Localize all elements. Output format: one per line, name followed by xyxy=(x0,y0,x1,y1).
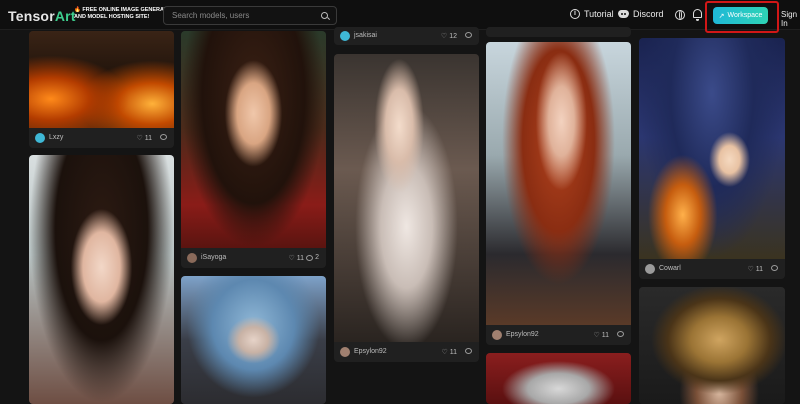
card-meta: Epsylon92 ♡ 11 xyxy=(334,342,479,362)
gallery-column-3: jsakisai ♡ 12 Epsylon92 ♡ 11 xyxy=(334,27,479,404)
info-icon: i xyxy=(570,9,580,19)
comment-icon xyxy=(306,254,314,261)
comment-icon xyxy=(465,32,472,38)
comment-count[interactable] xyxy=(465,32,472,38)
search-box[interactable] xyxy=(163,6,337,25)
sign-in-link[interactable]: Sign In xyxy=(781,10,800,28)
likes-value: 11 xyxy=(449,348,457,356)
comment-count[interactable] xyxy=(465,348,472,354)
username[interactable]: Epsylon92 xyxy=(506,331,539,338)
username[interactable]: Cowarl xyxy=(659,265,681,272)
image-card[interactable]: Cowarl ♡ 11 xyxy=(639,38,785,279)
top-nav: TensorArt 🔥 FREE ONLINE IMAGE GENERATOR … xyxy=(0,0,800,33)
username[interactable]: Lxzy xyxy=(49,134,63,141)
card-image[interactable] xyxy=(29,155,174,404)
comment-count[interactable] xyxy=(160,134,167,140)
discord-label: Discord xyxy=(633,9,664,19)
comment-icon xyxy=(465,348,472,354)
comment-count[interactable] xyxy=(771,265,778,271)
tutorial-link[interactable]: i Tutorial xyxy=(570,9,614,19)
comment-count[interactable] xyxy=(617,331,624,337)
discord-link[interactable]: Discord xyxy=(618,9,664,19)
card-image[interactable] xyxy=(181,31,326,248)
image-card[interactable] xyxy=(181,276,326,404)
logo-text-accent: Art xyxy=(54,8,76,24)
username[interactable]: iSayoga xyxy=(201,254,226,261)
username[interactable]: Epsylon92 xyxy=(354,348,387,355)
card-image[interactable] xyxy=(29,31,174,128)
gallery-column-1: Lxzy ♡ 11 xyxy=(29,31,174,404)
avatar[interactable] xyxy=(492,330,502,340)
card-meta: Lxzy ♡ 11 xyxy=(29,128,174,148)
comment-icon xyxy=(617,331,624,337)
image-card[interactable]: Epsylon92 ♡ 11 xyxy=(334,54,479,362)
card-image[interactable] xyxy=(486,353,631,404)
gallery-column-2: iSayoga ♡ 11 2 xyxy=(181,31,326,404)
card-meta: Epsylon92 ♡ 11 xyxy=(486,325,631,345)
image-card[interactable]: Lxzy ♡ 11 xyxy=(29,31,174,148)
comment-icon xyxy=(771,265,778,271)
like-count[interactable]: ♡ 11 xyxy=(441,348,457,357)
workspace-button[interactable]: ↗ Workspace xyxy=(713,7,768,24)
search-icon[interactable] xyxy=(321,12,328,19)
fire-icon: 🔥 xyxy=(74,7,81,13)
card-image[interactable] xyxy=(639,38,785,259)
heart-icon: ♡ xyxy=(136,135,143,142)
heart-icon: ♡ xyxy=(440,33,448,40)
workspace-label: Workspace xyxy=(727,12,763,19)
card-image[interactable] xyxy=(334,54,479,342)
card-image[interactable] xyxy=(486,42,631,325)
comment-icon xyxy=(160,134,167,140)
globe-icon[interactable] xyxy=(675,10,685,20)
heart-icon: ♡ xyxy=(747,266,754,273)
like-count[interactable]: ♡ 11 xyxy=(288,254,304,263)
bell-icon[interactable] xyxy=(693,9,702,21)
image-card[interactable]: iSayoga ♡ 11 2 xyxy=(181,31,326,268)
avatar[interactable] xyxy=(187,253,197,263)
promo-line-1: FREE ONLINE IMAGE GENERATOR xyxy=(82,7,176,13)
likes-value: 11 xyxy=(296,254,304,262)
tutorial-label: Tutorial xyxy=(584,9,614,19)
avatar[interactable] xyxy=(645,264,655,274)
heart-icon: ♡ xyxy=(593,332,600,339)
comments-value: 2 xyxy=(315,254,319,261)
like-count[interactable]: ♡ 11 xyxy=(136,134,152,143)
card-meta: Cowarl ♡ 11 xyxy=(639,259,785,279)
card-image[interactable] xyxy=(639,287,785,404)
image-card[interactable] xyxy=(639,287,785,404)
username[interactable]: jsakisai xyxy=(354,32,377,39)
like-count[interactable]: ♡ 12 xyxy=(440,32,457,41)
promo-banner: 🔥 FREE ONLINE IMAGE GENERATOR AND MODEL … xyxy=(74,7,175,21)
like-count[interactable]: ♡ 11 xyxy=(747,265,763,274)
gallery-column-5: Cowarl ♡ 11 xyxy=(639,31,785,404)
image-card[interactable]: Epsylon92 ♡ 11 xyxy=(486,42,631,345)
discord-icon xyxy=(618,10,629,18)
likes-value: 11 xyxy=(601,331,609,339)
search-input[interactable] xyxy=(172,7,312,24)
heart-icon: ♡ xyxy=(441,349,448,356)
promo-line-2: AND MODEL HOSTING SITE! xyxy=(74,14,150,20)
likes-value: 12 xyxy=(449,32,457,40)
avatar[interactable] xyxy=(340,347,350,357)
avatar[interactable] xyxy=(35,133,45,143)
image-card[interactable]: jsakisai ♡ 12 xyxy=(334,27,479,45)
comment-count[interactable]: 2 xyxy=(306,254,319,261)
card-image[interactable] xyxy=(181,276,326,404)
gallery-column-4: Epsylon92 ♡ 11 xyxy=(486,27,631,404)
likes-value: 11 xyxy=(755,265,763,273)
tensorart-logo[interactable]: TensorArt xyxy=(8,8,76,24)
card-meta: iSayoga ♡ 11 2 xyxy=(181,248,326,268)
card-meta: jsakisai ♡ 12 xyxy=(334,27,479,45)
image-card[interactable] xyxy=(486,353,631,404)
sparkle-icon: ↗ xyxy=(718,12,725,20)
logo-text: Tensor xyxy=(8,8,55,24)
heart-icon: ♡ xyxy=(288,255,295,262)
card-meta xyxy=(486,27,631,37)
image-card[interactable] xyxy=(29,155,174,404)
likes-value: 11 xyxy=(144,134,152,142)
avatar[interactable] xyxy=(340,31,350,41)
like-count[interactable]: ♡ 11 xyxy=(593,331,609,340)
image-card[interactable] xyxy=(486,27,631,37)
